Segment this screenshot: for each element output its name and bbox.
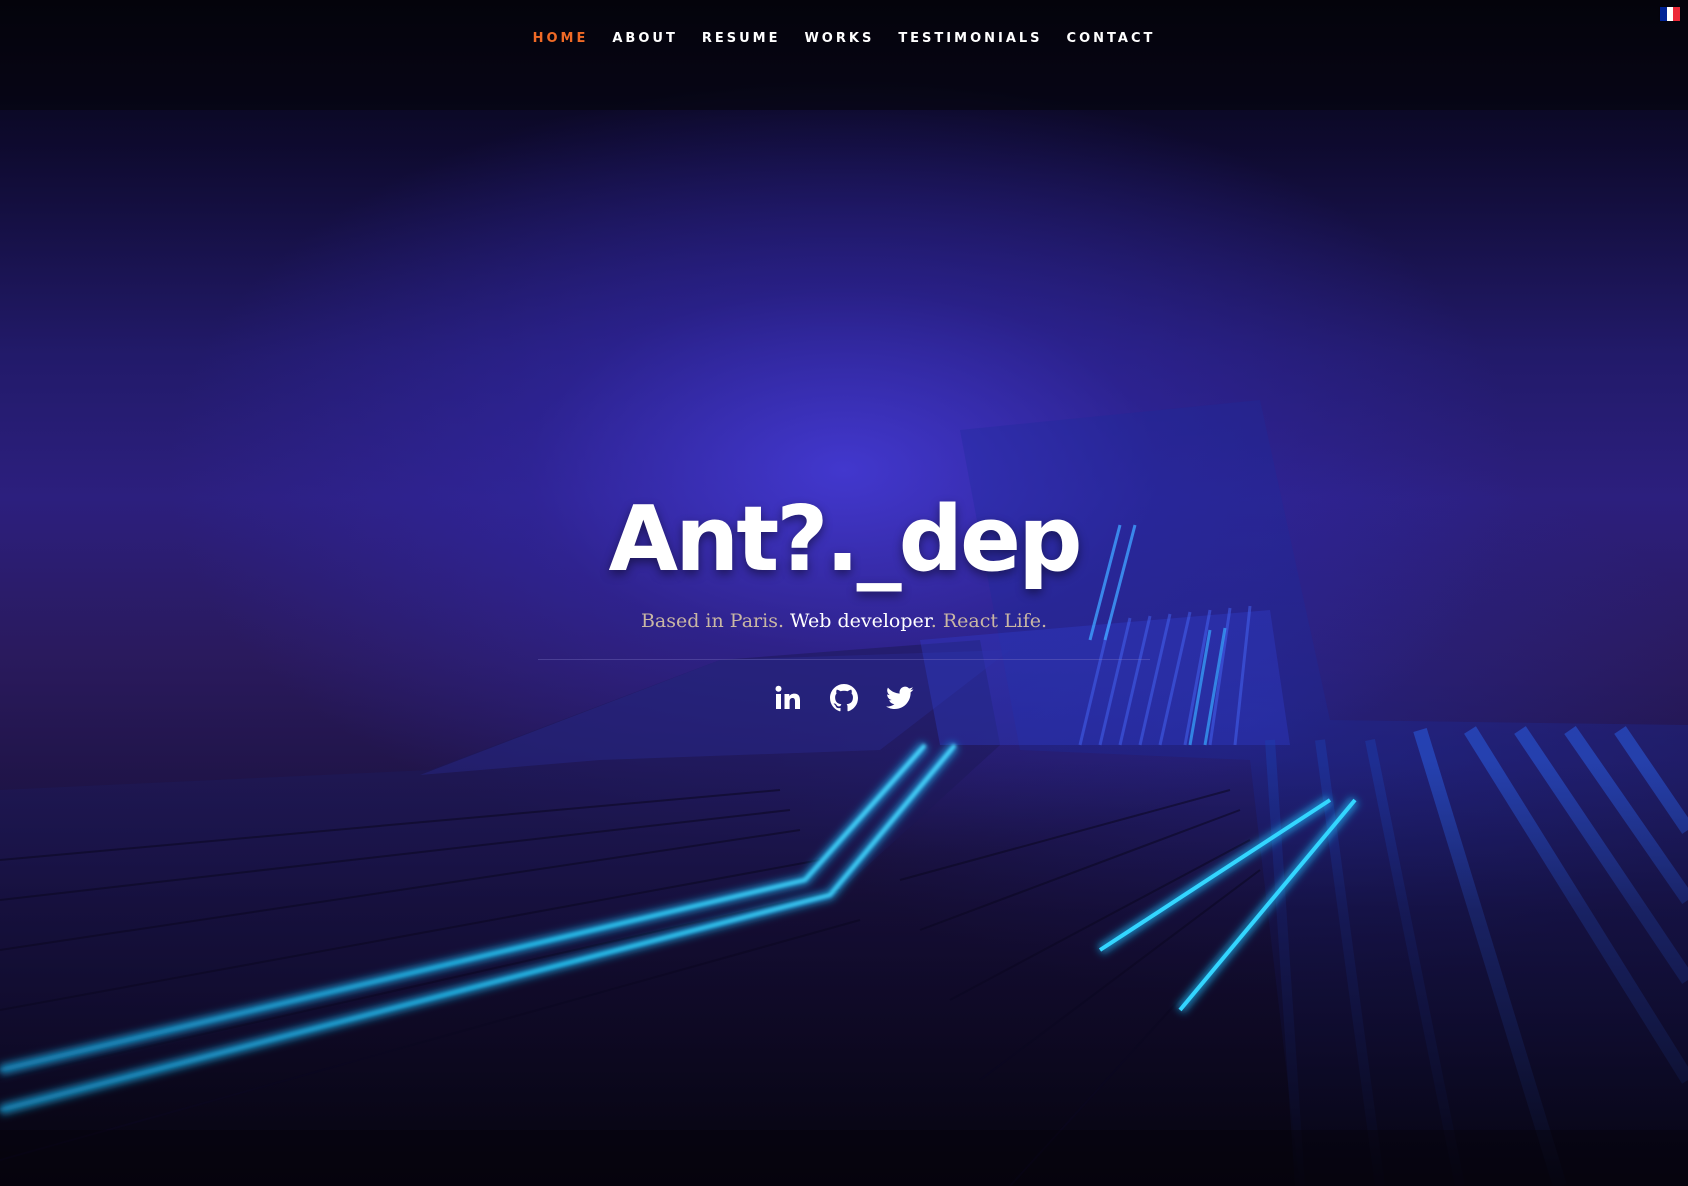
linkedin-icon[interactable] <box>772 682 804 714</box>
hero-title: Ant?._dep <box>608 487 1082 592</box>
twitter-icon[interactable] <box>884 682 916 714</box>
nav-about[interactable]: ABOUT <box>612 31 677 46</box>
github-icon[interactable] <box>828 682 860 714</box>
tagline-focus: . React Life. <box>930 610 1048 632</box>
background-artwork <box>0 0 1688 1186</box>
nav-works[interactable]: WORKS <box>804 31 874 46</box>
hero-tagline: Based in Paris. Web developer. React Lif… <box>0 610 1688 632</box>
social-links <box>0 682 1688 714</box>
hero-section: HOME ABOUT RESUME WORKS TESTIMONIALS CON… <box>0 0 1688 1186</box>
flag-stripe-blue <box>1660 7 1667 21</box>
french-flag-icon[interactable] <box>1660 7 1681 21</box>
main-nav: HOME ABOUT RESUME WORKS TESTIMONIALS CON… <box>0 0 1688 76</box>
nav-resume[interactable]: RESUME <box>702 31 781 46</box>
flag-stripe-red <box>1673 7 1681 21</box>
nav-contact[interactable]: CONTACT <box>1067 31 1156 46</box>
nav-testimonials[interactable]: TESTIMONIALS <box>898 31 1042 46</box>
tagline-location: Based in Paris. <box>640 610 791 632</box>
flag-stripe-white <box>1666 7 1674 21</box>
nav-home[interactable]: HOME <box>533 31 589 46</box>
tagline-role: Web developer <box>790 610 931 632</box>
hero-divider <box>538 659 1150 660</box>
